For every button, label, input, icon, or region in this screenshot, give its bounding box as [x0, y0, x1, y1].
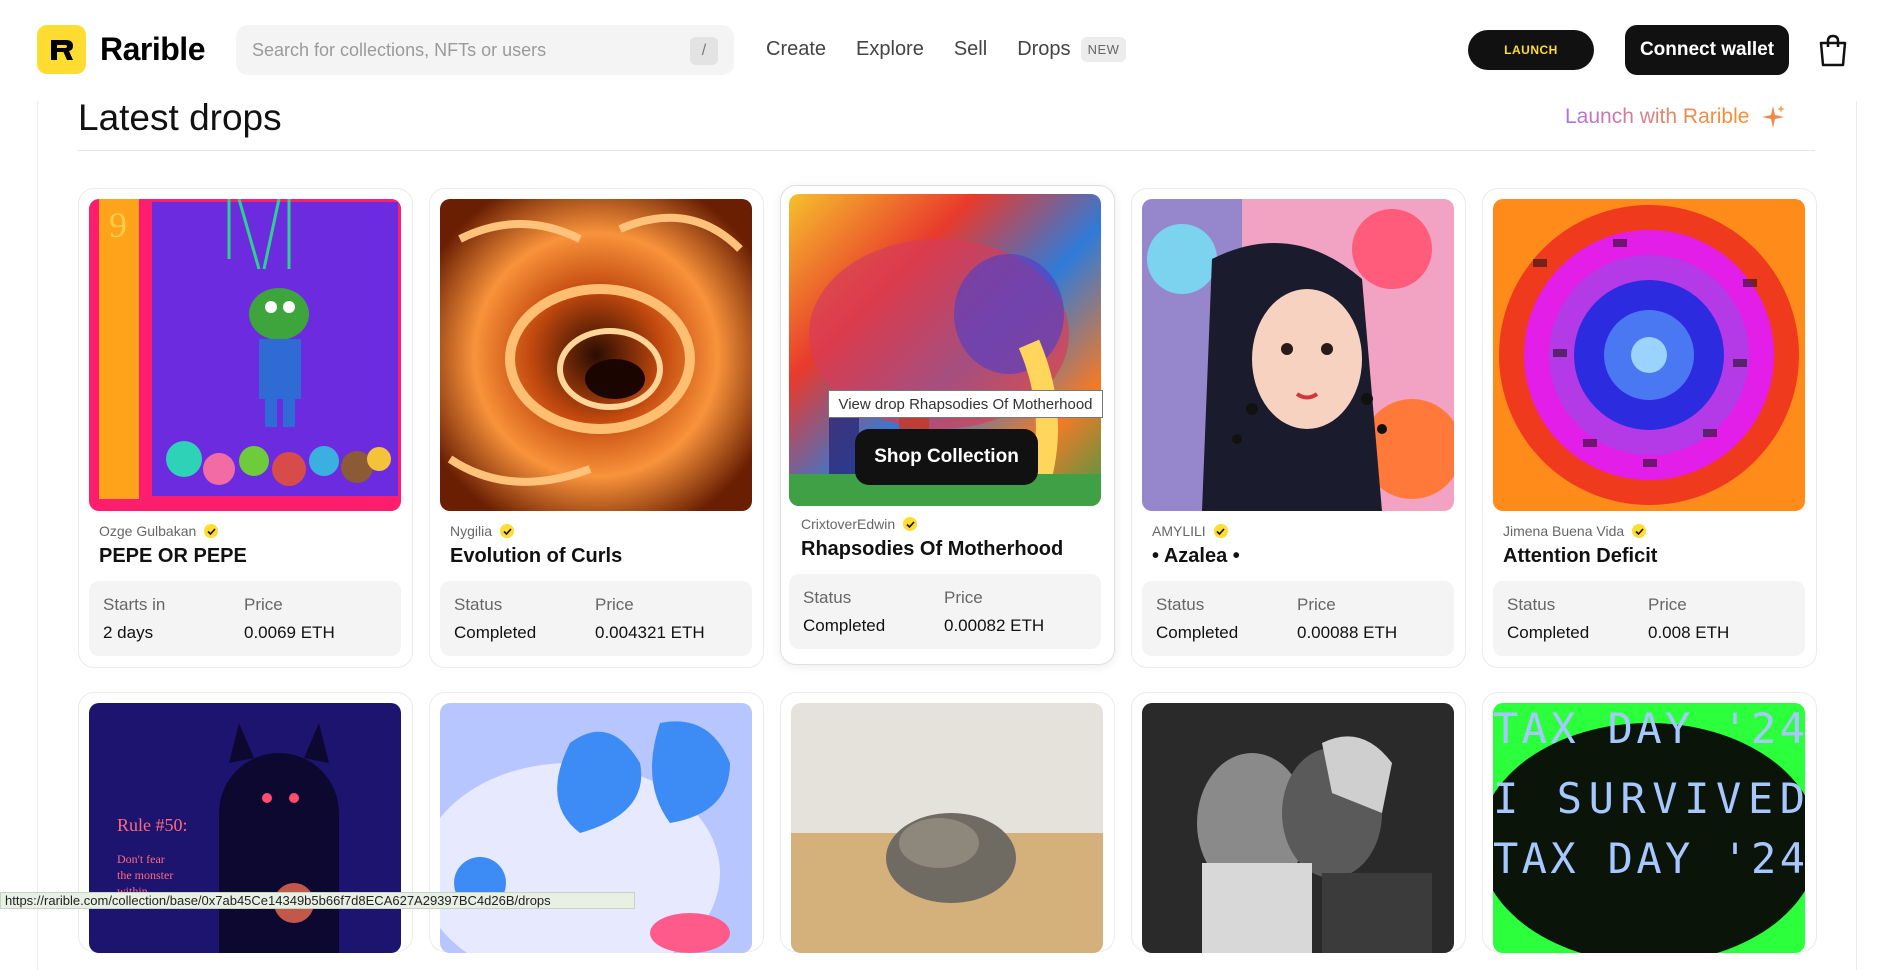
launch-button[interactable]: LAUNCH: [1468, 30, 1594, 70]
drop-image: Rule #50: Don't fear the monster within: [89, 703, 401, 953]
drop-stats: Status Completed Price 0.00088 ETH: [1142, 581, 1454, 656]
verified-icon: [1632, 524, 1647, 538]
top-header: Rarible / Create Explore Sell Drops NEW …: [0, 0, 1891, 101]
status-label: Starts in: [103, 595, 166, 614]
drop-stats: Starts in 2 days Price 0.0069 ETH: [89, 581, 401, 656]
rule-text: Don't fear: [117, 852, 165, 866]
status-label: Status: [454, 595, 503, 614]
page-title: Latest drops: [78, 97, 282, 138]
drop-title: Attention Deficit: [1503, 545, 1658, 567]
price-label: Price: [1297, 595, 1336, 614]
nav-explore[interactable]: Explore: [856, 38, 924, 61]
drop-card[interactable]: Rule #50: Don't fear the monster within: [78, 692, 413, 953]
status-value: Completed: [454, 623, 537, 642]
new-badge: NEW: [1080, 37, 1127, 62]
drop-stats: Status Completed Price 0.008 ETH: [1493, 581, 1805, 656]
verified-icon: [204, 524, 219, 538]
drop-card[interactable]: TAX DAY '24 I SURVIVED TAX DAY '24: [1482, 692, 1817, 953]
drop-card[interactable]: Jimena Buena Vida Attention Deficit Stat…: [1482, 188, 1817, 668]
verified-icon: [1213, 524, 1228, 538]
price-label: Price: [244, 595, 283, 614]
drop-image: [791, 703, 1103, 953]
search-shortcut-key: /: [690, 37, 718, 65]
rule-text: the monster: [117, 868, 173, 882]
status-label: Status: [803, 588, 852, 607]
status-label: Status: [1156, 595, 1205, 614]
drop-card[interactable]: AMYLILI • Azalea • Status Completed Pric…: [1131, 188, 1466, 668]
nav-create[interactable]: Create: [766, 38, 826, 61]
rule-text: Rule #50:: [117, 815, 188, 835]
status-label: Status: [1507, 595, 1556, 614]
search-bar[interactable]: /: [236, 25, 734, 75]
creator-name[interactable]: Ozge Gulbakan: [99, 523, 219, 539]
drop-image: TAX DAY '24 I SURVIVED TAX DAY '24: [1493, 703, 1805, 953]
drop-stats: Status Completed Price 0.004321 ETH: [440, 581, 752, 656]
connect-wallet-button[interactable]: Connect wallet: [1625, 25, 1789, 75]
verified-icon: [903, 517, 918, 531]
tax-day-text: TAX DAY '24: [1493, 704, 1805, 753]
main-nav: Create Explore Sell Drops NEW: [766, 37, 1127, 62]
drop-card[interactable]: [429, 692, 764, 953]
price-value: 0.008 ETH: [1648, 623, 1730, 642]
drop-image: [1142, 703, 1454, 953]
status-value: 2 days: [103, 623, 154, 642]
creator-name[interactable]: Jimena Buena Vida: [1503, 523, 1647, 539]
drop-title: Rhapsodies Of Motherhood: [801, 538, 1064, 560]
drop-image: [440, 199, 752, 511]
creator-name[interactable]: AMYLILI: [1152, 523, 1228, 539]
nav-drops[interactable]: Drops NEW: [1017, 37, 1127, 62]
status-value: Completed: [803, 616, 886, 635]
price-label: Price: [944, 588, 983, 607]
drop-card[interactable]: Nygilia Evolution of Curls Status Comple…: [429, 188, 764, 668]
tax-day-text: TAX DAY '24: [1493, 834, 1805, 883]
nav-sell[interactable]: Sell: [954, 38, 987, 61]
drop-image: [440, 703, 752, 953]
drop-card[interactable]: [1131, 692, 1466, 953]
drop-title: PEPE OR PEPE: [99, 545, 247, 567]
drop-image: [1142, 199, 1454, 511]
nav-drops-label: Drops: [1017, 38, 1071, 60]
price-value: 0.00082 ETH: [944, 616, 1045, 635]
status-value: Completed: [1507, 623, 1590, 642]
section-divider: [78, 150, 1815, 151]
launch-with-rarible-link[interactable]: Launch with Rarible: [1565, 104, 1786, 130]
creator-name[interactable]: CrixtoverEdwin: [801, 516, 918, 532]
browser-status-url: https://rarible.com/collection/base/0x7a…: [0, 892, 635, 909]
shop-collection-button[interactable]: Shop Collection: [855, 429, 1038, 485]
search-input[interactable]: [252, 39, 692, 61]
svg-text:9: 9: [109, 205, 127, 245]
cart-icon[interactable]: [1817, 33, 1849, 67]
verified-icon: [500, 524, 515, 538]
drop-title: Evolution of Curls: [450, 545, 623, 567]
price-value: 0.004321 ETH: [595, 623, 705, 642]
price-value: 0.0069 ETH: [244, 623, 335, 642]
status-value: Completed: [1156, 623, 1239, 642]
rarible-logo-icon: [37, 25, 86, 74]
drop-stats: Status Completed Price 0.00082 ETH: [789, 574, 1101, 649]
drop-title: • Azalea •: [1152, 545, 1240, 567]
drop-image: 9: [89, 199, 401, 511]
logo-text: Rarible: [100, 31, 205, 67]
price-value: 0.00088 ETH: [1297, 623, 1398, 642]
rarible-logo[interactable]: Rarible: [37, 25, 205, 74]
launch-with-label: Launch with Rarible: [1565, 105, 1750, 128]
tooltip: View drop Rhapsodies Of Motherhood: [828, 390, 1103, 418]
drop-card[interactable]: CrixtoverEdwin Rhapsodies Of Motherhood …: [780, 185, 1115, 665]
price-label: Price: [595, 595, 634, 614]
drop-card[interactable]: 9 Ozge Gulbakan PEPE OR PEPE Starts in 2…: [78, 188, 413, 668]
drop-card[interactable]: [780, 692, 1115, 953]
sparkle-icon: [1762, 105, 1786, 128]
drop-image: [1493, 199, 1805, 511]
price-label: Price: [1648, 595, 1687, 614]
creator-name[interactable]: Nygilia: [450, 523, 515, 539]
